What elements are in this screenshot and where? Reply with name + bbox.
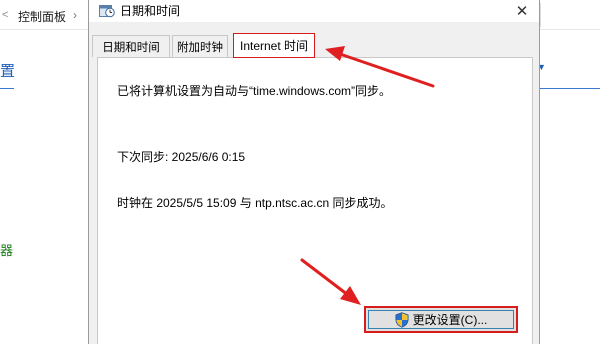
background-heading: 置 <box>0 63 16 80</box>
breadcrumb-control-panel[interactable]: 控制面板 <box>18 8 66 25</box>
sync-info-text: 已将计算机设置为自动与“time.windows.com”同步。 <box>117 84 392 98</box>
dialog-titlebar: 日期和时间 ✕ <box>89 0 539 22</box>
back-icon[interactable]: < <box>2 9 8 21</box>
change-settings-button[interactable]: 更改设置(C)... <box>364 306 518 333</box>
background-link[interactable]: 器 <box>0 240 13 259</box>
close-icon: ✕ <box>515 3 529 20</box>
internet-time-panel: 已将计算机设置为自动与“time.windows.com”同步。 下次同步: 2… <box>97 57 533 344</box>
dialog-title: 日期和时间 <box>120 4 181 18</box>
uac-shield-icon <box>395 311 409 328</box>
change-settings-label: 更改设置(C)... <box>412 313 488 327</box>
search-box[interactable] <box>540 3 600 27</box>
close-button[interactable]: ✕ <box>505 0 539 22</box>
breadcrumb-separator-icon: › <box>73 8 77 22</box>
tab-additional-clocks[interactable]: 附加时钟 <box>172 35 228 57</box>
tab-internet-time[interactable]: Internet 时间 <box>233 33 315 58</box>
clock-calendar-icon <box>99 5 115 18</box>
last-sync-text: 时钟在 2025/5/5 15:09 与 ntp.ntsc.ac.cn 同步成功… <box>117 196 393 210</box>
divider <box>0 88 14 89</box>
tab-date-and-time[interactable]: 日期和时间 <box>92 35 170 57</box>
next-sync-text: 下次同步: 2025/6/6 0:15 <box>117 150 246 164</box>
date-time-dialog: 日期和时间 ✕ 日期和时间 附加时钟 Internet 时间 已将计算机设置为自… <box>88 0 540 344</box>
divider <box>538 88 600 89</box>
